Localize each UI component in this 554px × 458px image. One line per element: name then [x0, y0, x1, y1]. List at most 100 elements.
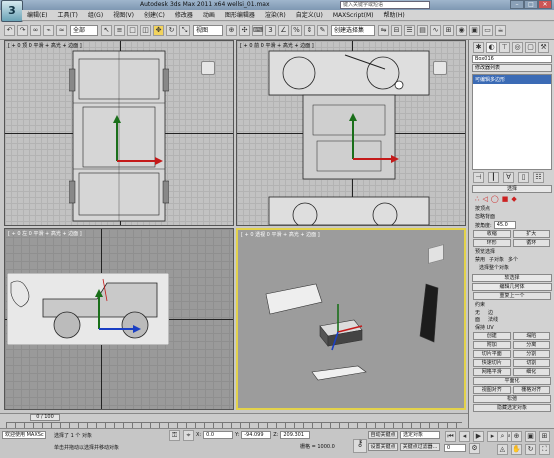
preview-multi-radio[interactable]: 多个 — [508, 256, 518, 263]
menu-edit[interactable]: 编辑(E) — [22, 10, 52, 21]
move-gizmo-icon[interactable] — [341, 111, 401, 171]
zoom-extents-all-icon[interactable]: ⊞ — [539, 431, 550, 442]
menu-group[interactable]: 组(G) — [83, 10, 108, 21]
material-editor-icon[interactable]: ◉ — [456, 25, 467, 36]
maxscript-listener[interactable]: 欢迎使用 MAXSc — [2, 431, 46, 439]
viewport-label[interactable]: [ + 0 左 0 平滑 + 高光 + 边面 ] — [8, 230, 82, 237]
menu-maxscript[interactable]: MAXScript(M) — [328, 10, 379, 21]
menu-modifiers[interactable]: 修改器 — [170, 10, 198, 21]
current-frame-field[interactable]: 0 — [444, 444, 466, 452]
meshsmooth-button[interactable]: 网格平滑 — [473, 368, 511, 376]
x-coordinate-field[interactable]: 0.0 — [203, 431, 234, 439]
modifier-list-dropdown[interactable]: 修改器列表 — [472, 64, 552, 72]
maximize-viewport-icon[interactable]: ⛶ — [539, 444, 550, 455]
mirror-icon[interactable]: ⇋ — [378, 25, 389, 36]
element-level-icon[interactable]: ◆ — [511, 195, 516, 203]
graphite-ribbon-icon[interactable]: ▤ — [417, 25, 428, 36]
rectangular-selection-icon[interactable]: □ — [127, 25, 138, 36]
minimize-button[interactable]: – — [510, 0, 524, 9]
viewcube-icon[interactable] — [433, 61, 447, 75]
time-slider[interactable]: 0 / 100 — [0, 413, 468, 428]
tessellate-button[interactable]: 细化 — [512, 368, 550, 376]
constraint-face-radio[interactable]: 面 — [475, 316, 480, 323]
viewport-label[interactable]: [ + 0 顶 0 平滑 + 高光 + 边面 ] — [8, 42, 82, 49]
app-logo-icon[interactable]: 3 — [1, 0, 23, 22]
render-setup-icon[interactable]: ▣ — [469, 25, 480, 36]
menu-graph-editors[interactable]: 图形编辑器 — [220, 10, 260, 21]
auto-key-button[interactable]: 自动关键点 — [368, 431, 398, 439]
play-icon[interactable]: ▶ — [473, 431, 484, 442]
angle-snap-icon[interactable]: ∠ — [278, 25, 289, 36]
make-unique-icon[interactable]: ∀ — [503, 172, 514, 183]
edit-geometry-rollout-header[interactable]: 编辑几何体 — [472, 283, 552, 291]
selection-filter-dropdown[interactable]: 全部 — [70, 25, 98, 36]
manipulate-icon[interactable]: ✣ — [239, 25, 250, 36]
spinner-snap-icon[interactable]: ⇕ — [304, 25, 315, 36]
by-angle-checkbox[interactable]: 按角度: — [475, 222, 492, 229]
quickslice-button[interactable]: 快速切片 — [473, 359, 511, 367]
menu-help[interactable]: 帮助(H) — [379, 10, 410, 21]
vertex-level-icon[interactable]: ∴ — [475, 195, 479, 203]
move-gizmo-icon[interactable] — [87, 289, 147, 339]
menu-tools[interactable]: 工具(T) — [52, 10, 82, 21]
undo-icon[interactable]: ↶ — [4, 25, 15, 36]
selection-rollout-header[interactable]: 选择 — [472, 185, 552, 193]
edge-level-icon[interactable]: ◁ — [482, 195, 487, 203]
viewport-label[interactable]: [ + 0 透视 0 平滑 + 高光 + 边面 ] — [241, 231, 320, 238]
select-and-move-icon[interactable]: ✥ — [153, 25, 164, 36]
constraint-edge-radio[interactable]: 边 — [488, 309, 493, 316]
menu-create[interactable]: 创建(C) — [139, 10, 170, 21]
hierarchy-tab-icon[interactable]: ⊤ — [499, 41, 510, 53]
viewcube-icon[interactable] — [201, 61, 215, 75]
select-and-scale-icon[interactable]: ⤡ — [179, 25, 190, 36]
redo-icon[interactable]: ↷ — [17, 25, 28, 36]
menu-rendering[interactable]: 渲染(R) — [260, 10, 291, 21]
absolute-mode-icon[interactable]: ⌖ — [183, 430, 194, 441]
key-selected-dropdown[interactable]: 选定对象 — [400, 431, 440, 439]
render-production-icon[interactable]: ☕ — [495, 25, 506, 36]
key-icon[interactable]: ⚷ — [353, 439, 367, 453]
time-configuration-icon[interactable]: ⚙ — [469, 443, 480, 454]
constraint-normal-radio[interactable]: 法线 — [488, 316, 498, 323]
utilities-tab-icon[interactable]: ⚒ — [538, 41, 549, 53]
ring-button[interactable]: 环形 — [473, 239, 511, 247]
display-tab-icon[interactable]: ▢ — [525, 41, 536, 53]
close-button[interactable]: ✕ — [538, 0, 552, 9]
percent-snap-icon[interactable]: % — [291, 25, 302, 36]
link-icon[interactable]: ∞ — [30, 25, 41, 36]
view-align-button[interactable]: 视图对齐 — [473, 386, 511, 394]
viewport-label[interactable]: [ + 0 前 0 平滑 + 高光 + 边面 ] — [240, 42, 314, 49]
viewcube-icon[interactable] — [428, 243, 444, 265]
zoom-icon[interactable]: ⌕ — [497, 431, 508, 442]
viewport-perspective[interactable]: [ + 0 透视 0 平滑 + 高光 + 边面 ] — [236, 228, 466, 410]
attach-button[interactable]: 附加 — [473, 341, 511, 349]
soft-selection-rollout-header[interactable]: 软选择 — [472, 274, 552, 282]
move-gizmo-icon[interactable] — [105, 113, 165, 173]
rendered-frame-window-icon[interactable]: ▭ — [482, 25, 493, 36]
make-planar-button[interactable]: 平面化 — [473, 377, 551, 385]
grid-align-button[interactable]: 栅格对齐 — [512, 386, 550, 394]
preserve-uvs-checkbox[interactable]: 保持 UV — [475, 324, 548, 331]
ignore-backfacing-checkbox[interactable]: 忽略背面 — [475, 213, 548, 220]
create-tab-icon[interactable]: ✱ — [473, 41, 484, 53]
viewport-left[interactable]: [ + 0 左 0 平滑 + 高光 + 边面 ] — [4, 228, 234, 410]
polygon-level-icon[interactable]: ■ — [502, 195, 509, 203]
grow-button[interactable]: 扩大 — [512, 230, 550, 238]
loop-button[interactable]: 循环 — [512, 239, 550, 247]
configure-sets-icon[interactable]: ☷ — [533, 172, 544, 183]
pivot-center-icon[interactable]: ⊕ — [226, 25, 237, 36]
slice-plane-button[interactable]: 切片平面 — [473, 350, 511, 358]
object-name-field[interactable]: Box016 — [472, 55, 552, 63]
keyboard-shortcut-icon[interactable]: ⌨ — [252, 25, 263, 36]
menu-animation[interactable]: 动画 — [198, 10, 220, 21]
pin-stack-icon[interactable]: ⊣ — [473, 172, 484, 183]
time-slider-thumb[interactable]: 0 / 100 — [30, 414, 60, 421]
create-button[interactable]: 创建 — [473, 332, 511, 340]
maximize-button[interactable]: □ — [524, 0, 538, 9]
go-to-start-icon[interactable]: ⏮ — [445, 431, 456, 442]
reference-coordinate-dropdown[interactable]: 视图 — [193, 25, 223, 36]
viewport-front[interactable]: [ + 0 前 0 平滑 + 高光 + 边面 ] — [236, 40, 466, 226]
curve-editor-icon[interactable]: ∿ — [430, 25, 441, 36]
zoom-extents-icon[interactable]: ▣ — [525, 431, 536, 442]
pan-view-icon[interactable]: ✋ — [511, 444, 522, 455]
